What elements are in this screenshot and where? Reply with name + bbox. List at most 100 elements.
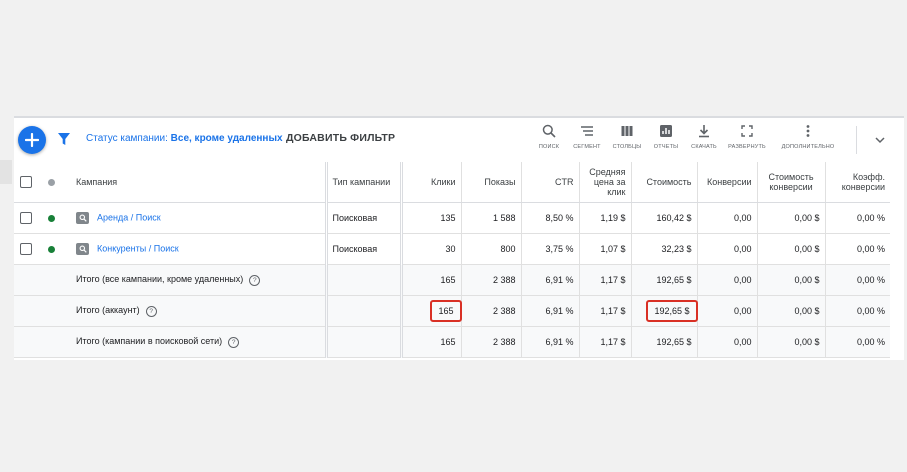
total-label: Итого (аккаунт) xyxy=(76,305,140,316)
status-dot-enabled[interactable] xyxy=(47,215,55,223)
impressions-cell: 1 588 xyxy=(460,202,521,234)
impressions-cell: 2 388 xyxy=(460,264,521,296)
cost-cell: 32,23 $ xyxy=(630,233,697,265)
segment-button[interactable]: СЕГМЕНТ xyxy=(570,124,604,150)
campaign-type: Поисковая xyxy=(324,202,401,234)
conversions-cell: 0,00 xyxy=(696,326,757,358)
segment-icon xyxy=(581,126,593,136)
cost-cell: 192,65 $ xyxy=(630,326,697,358)
row-checkbox[interactable] xyxy=(20,243,32,255)
more-button[interactable]: ДОПОЛНИТЕЛЬНО xyxy=(778,124,838,150)
add-campaign-button[interactable] xyxy=(18,126,46,154)
conversions-cell: 0,00 xyxy=(696,202,757,234)
ctr-cell: 8,50 % xyxy=(520,202,579,234)
search-campaign-icon xyxy=(76,243,89,255)
column-header-cost-per-conversion[interactable]: Стоимость конверсии xyxy=(756,162,825,203)
avg-cpc-cell: 1,07 $ xyxy=(578,233,631,265)
conversion-rate-cell: 0,00 % xyxy=(824,233,890,265)
column-header-avg-cpc[interactable]: Средняя цена за клик xyxy=(578,162,631,203)
column-header-cost[interactable]: Стоимость xyxy=(630,162,697,203)
clicks-cell: 30 xyxy=(399,233,461,265)
column-header-type[interactable]: Тип кампании xyxy=(324,162,401,203)
table-row: Аренда / Поиск Поисковая 135 1 588 8,50 … xyxy=(14,202,890,234)
search-icon xyxy=(542,124,556,138)
download-label: СКАЧАТЬ xyxy=(691,144,717,150)
chevron-down-icon[interactable] xyxy=(874,134,886,146)
download-button[interactable]: СКАЧАТЬ xyxy=(688,124,720,150)
more-icon xyxy=(806,125,810,137)
search-button[interactable]: ПОИСК xyxy=(534,124,564,150)
column-header-conversion-rate[interactable]: Коэфф. конверсии xyxy=(824,162,890,203)
conversions-cell: 0,00 xyxy=(696,295,757,327)
conversion-rate-cell: 0,00 % xyxy=(824,295,890,327)
cost-cell: 192,65 $ xyxy=(630,264,697,296)
impressions-cell: 800 xyxy=(460,233,521,265)
avg-cpc-cell: 1,19 $ xyxy=(578,202,631,234)
campaign-type: Поисковая xyxy=(324,233,401,265)
column-header-impressions[interactable]: Показы xyxy=(460,162,521,203)
columns-label: СТОЛБЦЫ xyxy=(612,144,642,150)
avg-cpc-cell: 1,17 $ xyxy=(578,326,631,358)
ctr-cell: 6,91 % xyxy=(520,326,579,358)
help-icon[interactable]: ? xyxy=(145,305,157,317)
toolbar: Статус кампании: Все, кроме удаленных ДО… xyxy=(14,118,904,158)
total-row-all-campaigns: Итого (все кампании, кроме удаленных)? 1… xyxy=(14,264,890,296)
search-label: ПОИСК xyxy=(538,144,560,150)
impressions-cell: 2 388 xyxy=(460,326,521,358)
campaign-status-filter[interactable]: Статус кампании: Все, кроме удаленных xyxy=(86,133,283,144)
reports-label: ОТЧЕТЫ xyxy=(653,144,679,150)
clicks-cell: 135 xyxy=(399,202,461,234)
status-header-dot xyxy=(47,179,55,187)
filter-status-label: Статус кампании: xyxy=(86,133,168,144)
total-label: Итого (все кампании, кроме удаленных) xyxy=(76,274,244,285)
reports-icon xyxy=(660,125,672,137)
table-header-row: Кампания Тип кампании Клики Показы CTR С… xyxy=(14,162,890,203)
expand-button[interactable]: РАЗВЕРНУТЬ xyxy=(726,124,768,150)
add-filter-button[interactable]: ДОБАВИТЬ ФИЛЬТР xyxy=(286,132,395,144)
column-header-clicks[interactable]: Клики xyxy=(399,162,461,203)
campaign-name-link[interactable]: Конкуренты / Поиск xyxy=(97,243,179,253)
more-label: ДОПОЛНИТЕЛЬНО xyxy=(781,144,835,150)
help-icon[interactable]: ? xyxy=(249,274,261,286)
search-campaign-icon xyxy=(76,212,89,224)
conversion-rate-cell: 0,00 % xyxy=(824,202,890,234)
columns-icon xyxy=(621,126,633,136)
reports-button[interactable]: ОТЧЕТЫ xyxy=(650,124,682,150)
select-all-checkbox[interactable] xyxy=(20,176,32,188)
download-icon xyxy=(699,125,709,138)
total-row-search-campaigns: Итого (кампании в поисковой сети)? 165 2… xyxy=(14,326,890,358)
ctr-cell: 6,91 % xyxy=(520,264,579,296)
total-label: Итого (кампании в поисковой сети) xyxy=(76,336,223,347)
status-dot-enabled[interactable] xyxy=(47,246,55,254)
cost-per-conversion-cell: 0,00 $ xyxy=(756,295,825,327)
impressions-cell: 2 388 xyxy=(460,295,521,327)
column-header-ctr[interactable]: CTR xyxy=(520,162,579,203)
row-checkbox[interactable] xyxy=(20,212,32,224)
segment-label: СЕГМЕНТ xyxy=(573,144,601,150)
columns-button[interactable]: СТОЛБЦЫ xyxy=(610,124,644,150)
column-header-campaign[interactable]: Кампания xyxy=(64,162,326,203)
campaigns-card: Статус кампании: Все, кроме удаленных ДО… xyxy=(14,116,904,360)
ctr-cell: 6,91 % xyxy=(520,295,579,327)
conversion-rate-cell: 0,00 % xyxy=(824,326,890,358)
column-header-conversions[interactable]: Конверсии xyxy=(696,162,757,203)
toolbar-divider xyxy=(856,126,857,154)
help-icon[interactable]: ? xyxy=(228,336,240,348)
cost-per-conversion-cell: 0,00 $ xyxy=(756,202,825,234)
conversions-cell: 0,00 xyxy=(696,233,757,265)
plus-icon xyxy=(25,133,39,147)
side-tab xyxy=(0,160,12,184)
conversions-cell: 0,00 xyxy=(696,264,757,296)
ctr-cell: 3,75 % xyxy=(520,233,579,265)
cost-cell: 160,42 $ xyxy=(630,202,697,234)
campaign-name-link[interactable]: Аренда / Поиск xyxy=(97,212,161,222)
expand-label: РАЗВЕРНУТЬ xyxy=(728,144,766,150)
filter-icon[interactable] xyxy=(58,133,70,145)
clicks-cell: 165 xyxy=(399,326,461,358)
avg-cpc-cell: 1,17 $ xyxy=(578,295,631,327)
clicks-cell-highlighted: 165 xyxy=(430,300,462,322)
cost-per-conversion-cell: 0,00 $ xyxy=(756,264,825,296)
clicks-cell: 165 xyxy=(399,264,461,296)
cost-per-conversion-cell: 0,00 $ xyxy=(756,233,825,265)
cost-cell-highlighted: 192,65 $ xyxy=(646,300,698,322)
